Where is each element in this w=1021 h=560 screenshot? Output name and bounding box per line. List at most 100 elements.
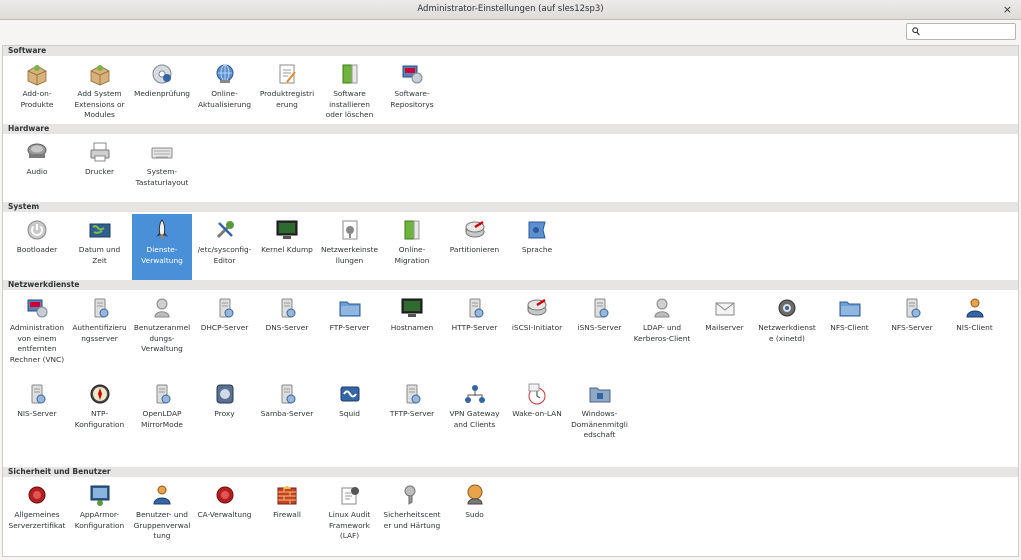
openldap-icon [156,384,171,404]
sudo-icon [466,484,483,505]
module-item[interactable]: Sicherheitscenter und Härtung [382,479,442,545]
module-label: HTTP-Server [451,323,498,332]
module-item[interactable]: Add System Extensions or Modules [70,58,130,124]
module-item[interactable]: Benutzeranmeldungs-Verwaltung [132,292,192,358]
kdump-icon [276,220,298,239]
module-item[interactable]: Software-Repositorys [382,58,442,124]
nis-client-icon [965,298,984,318]
module-label: Online-Migration [394,245,430,265]
module-item[interactable]: NFS-Server [882,292,942,358]
module-item[interactable]: Sprache [507,214,567,280]
module-item[interactable]: Hostnamen [382,292,442,358]
module-item[interactable]: Benutzer- und Gruppenverwaltung [132,479,192,545]
search-input[interactable] [925,25,1011,38]
module-item[interactable]: iSCSI-Initiator [507,292,567,358]
section-header: Netzwerkdienste [3,280,1018,290]
module-item[interactable]: Audio [7,136,67,202]
module-item[interactable]: Dienste-Verwaltung [132,214,192,280]
module-item[interactable]: Allgemeines Serverzertifikat [7,479,67,545]
module-item[interactable]: FTP-Server [320,292,380,358]
module-item[interactable]: Datum und Zeit [70,214,130,280]
module-label: Medienprüfung [134,89,190,98]
module-item[interactable]: NIS-Server [7,378,67,444]
module-label: NTP-Konfiguration [74,409,125,429]
dhcp-server-icon [219,298,233,318]
module-item[interactable]: Software installieren oder löschen [320,58,380,124]
module-item[interactable]: Netzwerkdienste (xinetd) [757,292,817,358]
module-item[interactable]: Proxy [195,378,255,444]
module-label: Datum und Zeit [78,245,121,265]
module-item[interactable]: VPN Gateway and Clients [445,378,505,444]
search-icon [912,27,920,36]
module-item[interactable]: Firewall [257,479,317,545]
module-item[interactable]: Produktregistrierung [257,58,317,124]
module-label: Hostnamen [390,323,434,332]
module-label: Netzwerkdienste (xinetd) [758,323,816,343]
section-header: System [3,202,1018,212]
module-item[interactable]: DHCP-Server [195,292,255,358]
module-label: Benutzer- und Gruppenverwaltung [133,510,191,540]
module-item[interactable]: Add-on-Produkte [7,58,67,124]
module-item[interactable]: CA-Verwaltung [195,479,255,545]
module-item[interactable]: Drucker [70,136,130,202]
online-update-icon [216,64,233,83]
module-item[interactable]: Samba-Server [257,378,317,444]
samba-server-icon [281,384,296,404]
close-icon[interactable]: × [1003,0,1012,19]
module-item[interactable]: Online-Aktualisierung [195,58,255,124]
module-item[interactable]: Kernel Kdump [257,214,317,280]
module-label: Wake-on-LAN [512,409,562,418]
sysconfig-icon [216,221,234,239]
nfs-server-icon [906,298,921,318]
module-item[interactable]: HTTP-Server [445,292,505,358]
module-item[interactable]: AppArmor-Konfiguration [70,479,130,545]
module-item[interactable]: Wake-on-LAN [507,378,567,444]
module-item[interactable]: Bootloader [7,214,67,280]
module-item[interactable]: Squid [320,378,380,444]
module-item[interactable]: Linux Audit Framework (LAF) [320,479,380,545]
module-item[interactable]: Medienprüfung [132,58,192,124]
module-item[interactable]: Netzwerkeinstellungen [320,214,380,280]
module-label: Proxy [214,409,235,418]
module-label: Partitionieren [449,245,500,254]
module-item[interactable]: Partitionieren [445,214,505,280]
module-label: Samba-Server [260,409,314,418]
module-item[interactable]: OpenLDAP MirrorMode [132,378,192,444]
section-header: Software [3,46,1018,56]
section-software: Software Add-on-Produkte Add System Extens… [3,46,1018,124]
module-item[interactable]: NIS-Client [945,292,1005,358]
module-label: iSCSI-Initiator [511,323,563,332]
module-label: DHCP-Server [200,323,249,332]
addon-box-icon [27,65,47,86]
module-item[interactable]: iSNS-Server [570,292,630,358]
module-label: Add System Extensions or Modules [74,89,125,119]
module-item[interactable]: System-Tastaturlayout [132,136,192,202]
module-label: Audio [26,167,48,176]
module-label: Netzwerkeinstellungen [320,245,379,265]
module-label: Windows-Domänenmitgliedschaft [571,409,628,439]
module-label: NIS-Client [956,323,993,332]
media-check-icon [152,64,172,84]
module-item[interactable]: Authentifizierungsserver [70,292,130,358]
module-item[interactable]: Sudo [445,479,505,545]
module-label: Add-on-Produkte [20,89,54,109]
module-label: Authentifizierungsserver [72,323,127,343]
module-item[interactable]: NFS-Client [820,292,880,358]
search-box[interactable] [906,23,1016,40]
module-item[interactable]: Windows-Domänenmitgliedschaft [570,378,630,444]
module-item[interactable]: /etc/sysconfig-Editor [195,214,255,280]
registration-icon [279,64,296,84]
module-item[interactable]: TFTP-Server [382,378,442,444]
windows-domain-icon [589,387,610,403]
module-item[interactable]: Online-Migration [382,214,442,280]
module-item[interactable]: LDAP- und Kerberos-Client [632,292,692,358]
module-item[interactable]: Mailserver [695,292,755,358]
module-item[interactable]: NTP-Konfiguration [70,378,130,444]
module-label: Software installieren oder löschen [325,89,374,119]
module-item[interactable]: Administration von einem entfernten Rech… [7,292,67,364]
module-item[interactable]: DNS-Server [257,292,317,358]
ntp-icon [90,384,109,404]
module-label: Administration von einem entfernten Rech… [9,323,65,364]
audit-icon [341,487,359,505]
module-label: Mailserver [705,323,744,332]
